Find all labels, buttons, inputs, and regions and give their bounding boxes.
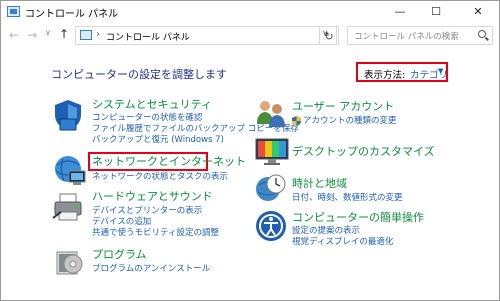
category-programs[interactable]: プログラム: [92, 248, 147, 261]
close-button[interactable]: ✕: [461, 1, 495, 23]
programs-disc-icon[interactable]: [53, 246, 85, 278]
view-by-caret-icon[interactable]: ▼: [438, 67, 443, 75]
link-network-status-tasks[interactable]: ネットワークの状態とタスクの表示: [92, 172, 228, 183]
control-panel-window: コントロール パネル — ☐ ✕ ← → ∨ ↑ › コントロール パネル ∨ …: [0, 0, 500, 301]
link-devices-printers[interactable]: デバイスとプリンターの表示: [92, 206, 202, 217]
title-bar: コントロール パネル — ☐ ✕: [1, 1, 499, 23]
category-ease-of-access[interactable]: コンピューターの簡単操作: [292, 211, 424, 224]
refresh-button[interactable]: ↻: [319, 26, 339, 45]
search-placeholder: コントロール パネルの検索: [354, 32, 459, 42]
search-icon[interactable]: [478, 30, 486, 38]
back-arrow-icon[interactable]: ←: [7, 28, 21, 42]
link-mobility-settings[interactable]: 共通で使うモビリティ設定の調整: [92, 228, 219, 239]
link-optimize-visual-display[interactable]: 視覚ディスプレイの最適化: [292, 237, 393, 248]
security-shield-icon[interactable]: [51, 98, 85, 132]
category-desktop-customization[interactable]: デスクトップのカスタマイズ: [292, 145, 435, 158]
link-change-date-time-format[interactable]: 日付、時刻、数値形式の変更: [292, 193, 403, 204]
search-input[interactable]: コントロール パネルの検索: [347, 26, 493, 45]
view-by-label: 表示方法:: [364, 70, 406, 81]
address-bar[interactable]: › コントロール パネル ∨: [75, 26, 337, 45]
category-network-internet[interactable]: ネットワークとインターネット: [92, 155, 246, 168]
category-system-security[interactable]: システムとセキュリティ: [92, 98, 212, 111]
breadcrumb-separator-icon[interactable]: ›: [96, 29, 100, 40]
link-suggested-settings[interactable]: 設定の提案の表示: [292, 226, 360, 237]
navigation-bar: ← → ∨ ↑ › コントロール パネル ∨ ↻ コントロール パネルの検索: [1, 23, 499, 49]
category-clock-region[interactable]: 時計と地域: [292, 177, 347, 190]
link-change-account-type[interactable]: アカウントの種類の変更: [303, 116, 397, 127]
window-title: コントロール パネル: [25, 9, 119, 20]
link-check-computer-status[interactable]: コンピューターの状態を確認: [92, 113, 203, 124]
maximize-button[interactable]: ☐: [419, 1, 453, 23]
uac-shield-icon: [292, 116, 301, 126]
view-by-highlight: 表示方法: カテゴリ ▼: [356, 62, 448, 82]
page-heading: コンピューターの設定を調整します: [51, 68, 227, 81]
minimize-button[interactable]: —: [383, 1, 417, 23]
monitor-icon[interactable]: [254, 136, 290, 166]
recent-locations-chevron-icon[interactable]: ∨: [45, 28, 51, 37]
users-icon[interactable]: [254, 98, 288, 128]
link-uninstall-program[interactable]: プログラムのアンインストール: [92, 264, 210, 275]
up-arrow-icon[interactable]: ↑: [59, 27, 69, 41]
clock-globe-icon[interactable]: [254, 173, 288, 203]
network-globe-icon[interactable]: [51, 153, 87, 187]
link-add-device[interactable]: デバイスの追加: [92, 217, 151, 228]
breadcrumb-control-panel[interactable]: コントロール パネル: [106, 30, 190, 43]
forward-arrow-icon[interactable]: →: [25, 28, 39, 42]
link-backup-restore[interactable]: バックアップと復元 (Windows 7): [92, 135, 224, 146]
control-panel-small-icon: [80, 30, 92, 40]
category-user-accounts[interactable]: ユーザー アカウント: [292, 100, 394, 113]
category-hardware-sound[interactable]: ハードウェアとサウンド: [92, 190, 213, 203]
control-panel-app-icon: [7, 6, 20, 17]
printer-icon[interactable]: [51, 190, 87, 224]
ease-of-access-icon[interactable]: [254, 209, 288, 243]
